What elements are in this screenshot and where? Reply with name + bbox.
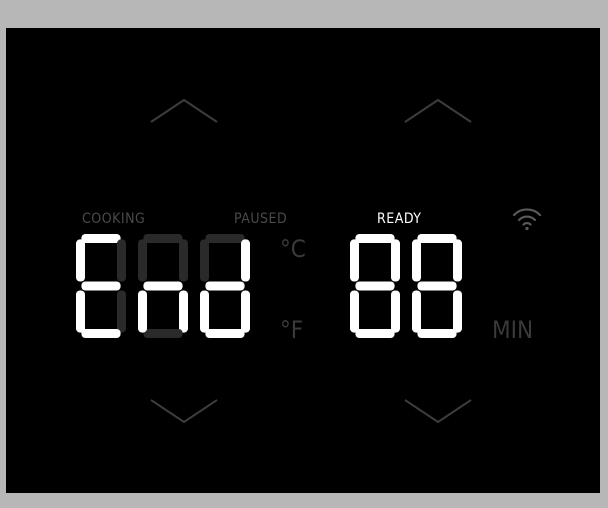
segment-f (412, 239, 421, 282)
temperature-readout (76, 234, 250, 338)
segment-b (179, 239, 188, 282)
segment-a (205, 234, 245, 243)
segment-a (143, 234, 183, 243)
chevron-down-icon (150, 399, 218, 424)
segment-d (143, 329, 183, 338)
segment-e (350, 290, 359, 333)
segment-a (417, 234, 457, 243)
digit-2 (412, 234, 462, 338)
segment-e (76, 290, 85, 333)
segment-g (143, 281, 183, 291)
temperature-up-button[interactable] (148, 96, 220, 126)
status-cooking-label: COOKING (82, 211, 146, 227)
minutes-unit-label: MIN (492, 316, 534, 344)
segment-a (355, 234, 395, 243)
segment-c (179, 290, 188, 333)
segment-c (391, 290, 400, 333)
segment-c (117, 290, 126, 333)
timer-readout (350, 234, 462, 338)
segment-e (138, 290, 147, 333)
segment-g (417, 281, 457, 291)
digit-3 (200, 234, 250, 338)
segment-g (205, 281, 245, 291)
fahrenheit-unit-label: °F (280, 316, 304, 344)
segment-d (205, 329, 245, 338)
temperature-down-button[interactable] (148, 396, 220, 426)
timer-up-button[interactable] (402, 96, 474, 126)
chevron-up-icon (404, 98, 472, 123)
segment-g (81, 281, 121, 291)
segment-f (138, 239, 147, 282)
segment-d (355, 329, 395, 338)
celsius-unit-label: °C (280, 235, 306, 263)
segment-b (241, 239, 250, 282)
segment-b (117, 239, 126, 282)
segment-e (412, 290, 421, 333)
segment-b (453, 239, 462, 282)
segment-f (200, 239, 209, 282)
device-frame: COOKING PAUSED READY °C °F MIN (0, 0, 608, 508)
control-panel-display: COOKING PAUSED READY °C °F MIN (6, 28, 600, 493)
segment-d (417, 329, 457, 338)
digit-1 (76, 234, 126, 338)
timer-down-button[interactable] (402, 396, 474, 426)
segment-c (453, 290, 462, 333)
segment-f (76, 239, 85, 282)
segment-a (81, 234, 121, 243)
segment-b (391, 239, 400, 282)
status-paused-label: PAUSED (234, 211, 288, 227)
digit-2 (138, 234, 188, 338)
status-ready-label: READY (377, 211, 422, 227)
segment-c (241, 290, 250, 333)
wifi-icon (512, 208, 542, 231)
segment-d (81, 329, 121, 338)
chevron-down-icon (404, 399, 472, 424)
chevron-up-icon (150, 98, 218, 123)
segment-f (350, 239, 359, 282)
segment-g (355, 281, 395, 291)
digit-1 (350, 234, 400, 338)
segment-e (200, 290, 209, 333)
